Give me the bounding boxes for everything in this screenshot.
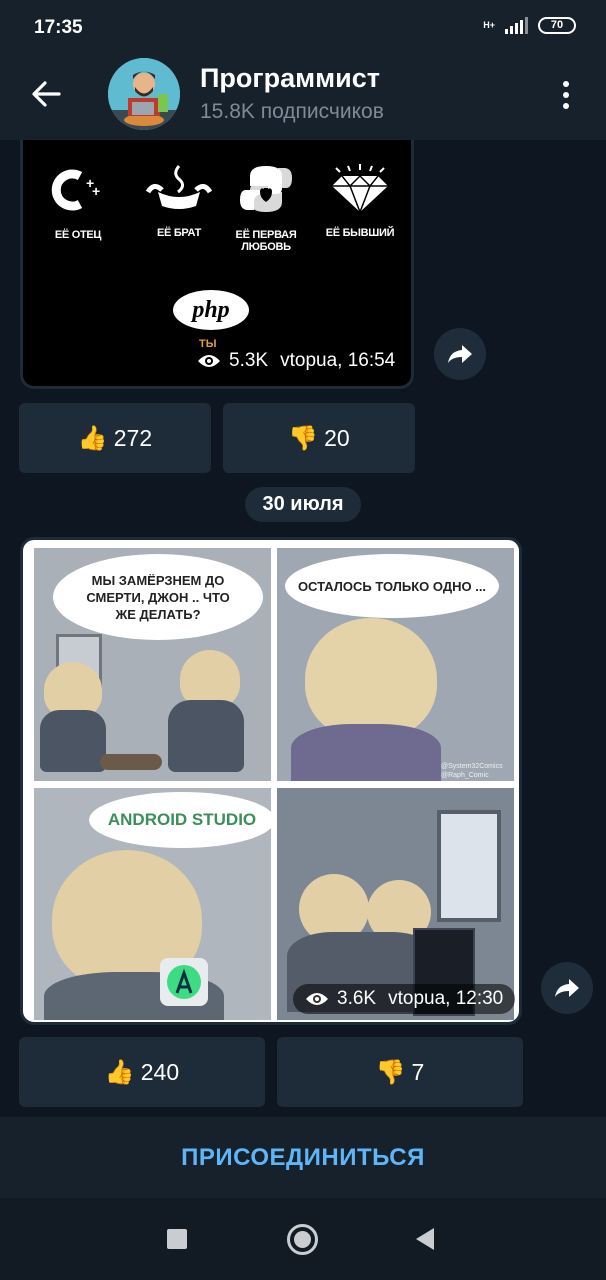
reaction-count: 7 xyxy=(411,1058,425,1085)
date-separator: 30 июля xyxy=(245,487,361,522)
screen: 17:35 H+ 70 Программист 15.8K подписчико… xyxy=(0,0,606,1280)
window-shape xyxy=(437,810,501,922)
bubble-text: ANDROID STUDIO xyxy=(107,810,257,829)
channel-avatar[interactable] xyxy=(108,58,180,130)
eye-icon xyxy=(198,355,220,367)
join-bar: ПРИСОЕДИНИТЬСЯ xyxy=(0,1117,606,1198)
language-item: + + ЕЁ ОТЕЦ xyxy=(45,168,111,241)
bubble-text: ОСТАЛОСЬ ТОЛЬКО ОДНО ... xyxy=(297,578,487,594)
character-figure xyxy=(168,700,244,772)
subscriber-count: 15.8K подписчиков xyxy=(200,100,384,123)
battery-icon: 70 xyxy=(538,16,576,34)
kebab-dot-icon xyxy=(563,81,569,87)
share-arrow-icon xyxy=(448,345,472,363)
reaction-like[interactable]: 👍 240 xyxy=(19,1037,265,1107)
views-count: 5.3K xyxy=(229,350,269,371)
network-type: H+ xyxy=(483,20,495,30)
back-triangle-icon[interactable] xyxy=(416,1228,434,1250)
status-time: 17:35 xyxy=(34,17,83,38)
post-meta: 3.6K vtopua, 12:30 xyxy=(293,984,516,1014)
author-time: vtopua, 16:54 xyxy=(280,350,396,371)
status-bar: 17:35 H+ 70 xyxy=(0,0,606,48)
android-studio-icon xyxy=(167,965,201,999)
reaction-dislike[interactable]: 👎 7 xyxy=(277,1037,523,1107)
reaction-dislike[interactable]: 👎 20 xyxy=(223,403,415,473)
author-time: vtopua, 12:30 xyxy=(388,988,504,1009)
reaction-like[interactable]: 👍 272 xyxy=(19,403,211,473)
more-menu-button[interactable] xyxy=(552,78,580,112)
language-label: ЕЁ БЫВШИЙ xyxy=(325,227,395,239)
speech-bubble: ANDROID STUDIO xyxy=(89,792,275,848)
post-image[interactable]: + + ЕЁ ОТЕЦ ЕЁ БРАТ ЕЁ ПЕРВАЯ ЛЮБОВЬ ЕЁ … xyxy=(20,140,414,389)
programmer-avatar-icon xyxy=(108,58,180,130)
thumbs-down-icon: 👎 xyxy=(375,1058,406,1086)
thumbs-up-icon: 👍 xyxy=(77,424,108,452)
share-button[interactable] xyxy=(541,962,593,1014)
language-label: ЕЁ БРАТ xyxy=(156,227,202,239)
status-icons: H+ 70 xyxy=(483,16,576,34)
reaction-count: 20 xyxy=(324,424,350,451)
views-count: 3.6K xyxy=(337,988,377,1009)
language-item: ЕЁ ПЕРВАЯ ЛЮБОВЬ xyxy=(231,164,301,253)
system-nav-bar xyxy=(0,1198,606,1280)
speech-bubble: МЫ ЗАМЁРЗНЕМ ДО СМЕРТИ, ДЖОН .. ЧТО ЖЕ Д… xyxy=(53,554,263,640)
recents-icon[interactable] xyxy=(167,1229,187,1249)
comic-credit: @System32Comics @Raph_Comic xyxy=(441,763,503,779)
arrow-left-icon xyxy=(32,81,61,107)
share-button[interactable] xyxy=(434,328,486,380)
reaction-count: 272 xyxy=(113,424,153,451)
character-figure xyxy=(40,710,106,772)
php-logo-text: php xyxy=(192,296,230,323)
kebab-dot-icon xyxy=(563,103,569,109)
character-figure xyxy=(305,618,437,740)
language-item: ЕЁ БЫВШИЙ xyxy=(325,162,395,239)
diamond-icon xyxy=(332,164,388,215)
character-figure xyxy=(291,724,441,781)
channel-title[interactable]: Программист xyxy=(200,63,380,94)
speech-bubble: ОСТАЛОСЬ ТОЛЬКО ОДНО ... xyxy=(285,554,499,618)
thumbs-down-icon: 👎 xyxy=(288,424,319,452)
svg-text:+: + xyxy=(92,183,100,199)
post-meta: 5.3K vtopua, 16:54 xyxy=(185,346,407,376)
reaction-count: 240 xyxy=(140,1058,180,1085)
home-icon[interactable] xyxy=(287,1224,318,1255)
eye-icon xyxy=(306,993,328,1005)
language-label: ЕЁ ПЕРВАЯ ЛЮБОВЬ xyxy=(235,229,297,253)
language-label: ЕЁ ОТЕЦ xyxy=(54,229,102,241)
cplusplus-icon: + + xyxy=(51,169,100,211)
android-studio-logo xyxy=(160,958,208,1006)
php-logo: php xyxy=(173,290,249,330)
thumbs-up-icon: 👍 xyxy=(104,1058,135,1086)
bubble-text: МЫ ЗАМЁРЗНЕМ ДО СМЕРТИ, ДЖОН .. ЧТО ЖЕ Д… xyxy=(86,572,230,622)
back-button[interactable] xyxy=(26,76,66,112)
post-image[interactable]: МЫ ЗАМЁРЗНЕМ ДО СМЕРТИ, ДЖОН .. ЧТО ЖЕ Д… xyxy=(20,537,522,1025)
join-button[interactable]: ПРИСОЕДИНИТЬСЯ xyxy=(181,1144,425,1172)
channel-header: Программист 15.8K подписчиков xyxy=(0,48,606,140)
kebab-dot-icon xyxy=(563,92,569,98)
share-arrow-icon xyxy=(555,979,579,997)
fire-logs xyxy=(100,754,162,770)
language-item: ЕЁ БРАТ xyxy=(141,162,217,239)
python-icon xyxy=(240,166,292,212)
signal-icon xyxy=(505,16,528,34)
java-icon xyxy=(145,165,213,209)
